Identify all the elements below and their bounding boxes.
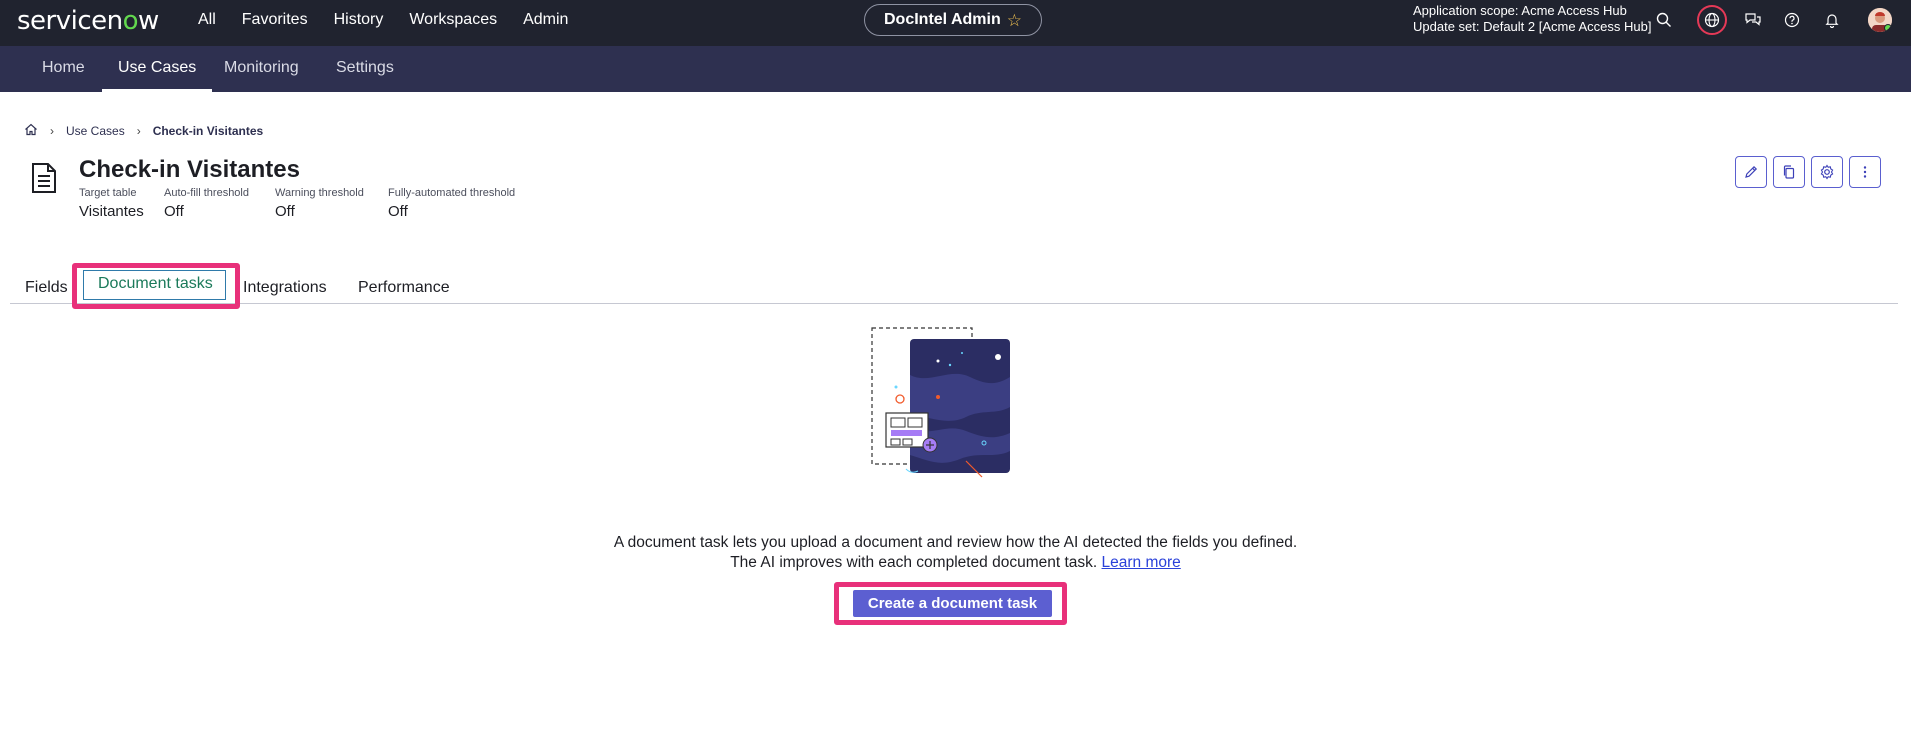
document-icon bbox=[30, 162, 58, 199]
tab-performance[interactable]: Performance bbox=[358, 279, 450, 297]
empty-state-illustration bbox=[866, 325, 1046, 488]
nav-favorites[interactable]: Favorites bbox=[242, 11, 308, 29]
subnav-settings[interactable]: Settings bbox=[336, 46, 394, 92]
meta-warning-threshold: Warning threshold Off bbox=[275, 187, 364, 220]
subnav-monitoring[interactable]: Monitoring bbox=[224, 46, 299, 92]
more-options-button[interactable] bbox=[1849, 156, 1881, 188]
nav-admin[interactable]: Admin bbox=[523, 11, 568, 29]
servicenow-logo[interactable]: servicenow bbox=[17, 6, 159, 36]
nav-history[interactable]: History bbox=[334, 11, 384, 29]
chevron-right-icon: › bbox=[136, 124, 141, 138]
subnav-home[interactable]: Home bbox=[42, 46, 85, 92]
meta-value: Off bbox=[275, 203, 295, 220]
copy-icon bbox=[1783, 165, 1795, 179]
page-title: Check-in Visitantes bbox=[79, 156, 300, 183]
search-icon[interactable] bbox=[1652, 8, 1676, 32]
bell-icon[interactable] bbox=[1820, 8, 1844, 32]
meta-label: Warning threshold bbox=[275, 187, 364, 199]
edit-button[interactable] bbox=[1735, 156, 1767, 188]
help-icon[interactable] bbox=[1780, 8, 1804, 32]
create-document-task-button[interactable]: Create a document task bbox=[853, 590, 1052, 617]
meta-label: Fully-automated threshold bbox=[388, 187, 516, 199]
empty-state-text: The AI improves with each completed docu… bbox=[730, 554, 1098, 571]
meta-value: Visitantes bbox=[79, 203, 144, 220]
copy-button[interactable] bbox=[1773, 156, 1805, 188]
record-tabs: Fields Integrations Performance bbox=[10, 268, 1898, 304]
tab-document-tasks[interactable]: Document tasks bbox=[83, 270, 226, 300]
update-set-line: Update set: Default 2 [Acme Access Hub] bbox=[1413, 19, 1652, 34]
tab-integrations[interactable]: Integrations bbox=[243, 279, 327, 297]
settings-button[interactable] bbox=[1811, 156, 1843, 188]
tab-fields[interactable]: Fields bbox=[25, 279, 68, 297]
chat-icon[interactable] bbox=[1741, 8, 1765, 32]
subnav-use-cases[interactable]: Use Cases bbox=[102, 46, 213, 92]
globe-icon[interactable] bbox=[1697, 5, 1727, 35]
home-icon[interactable] bbox=[24, 123, 38, 139]
nav-workspaces[interactable]: Workspaces bbox=[409, 11, 497, 29]
star-icon[interactable]: ☆ bbox=[1007, 12, 1022, 29]
empty-state-description: A document task lets you upload a docume… bbox=[613, 534, 1298, 551]
meta-fully-automated-threshold: Fully-automated threshold Off bbox=[388, 187, 515, 220]
breadcrumb: › Use Cases › Check-in Visitantes bbox=[24, 123, 263, 139]
workspace-title: DocIntel Admin bbox=[884, 11, 1001, 28]
nav-all[interactable]: All bbox=[198, 11, 216, 29]
avatar[interactable] bbox=[1868, 8, 1892, 32]
workspace-nav: Home Use Cases Monitoring Settings bbox=[0, 46, 1911, 92]
edit-icon bbox=[1745, 165, 1758, 178]
meta-label: Target table bbox=[79, 187, 137, 199]
meta-value: Off bbox=[388, 203, 408, 220]
online-status-dot bbox=[1884, 24, 1892, 32]
meta-target-table: Target table Visitantes bbox=[79, 187, 144, 220]
chevron-right-icon: › bbox=[50, 124, 54, 138]
top-header: servicenow All Favorites History Workspa… bbox=[0, 0, 1911, 46]
meta-auto-fill-threshold: Auto-fill threshold Off bbox=[164, 187, 249, 220]
learn-more-link[interactable]: Learn more bbox=[1102, 554, 1181, 571]
top-nav: All Favorites History Workspaces Admin bbox=[198, 0, 594, 40]
application-scope[interactable]: Application scope: Acme Access Hub Updat… bbox=[1413, 3, 1651, 35]
breadcrumb-use-cases[interactable]: Use Cases bbox=[66, 124, 125, 138]
breadcrumb-current: Check-in Visitantes bbox=[152, 124, 264, 138]
meta-value: Off bbox=[164, 203, 184, 220]
workspace-title-pill[interactable]: DocIntel Admin ☆ bbox=[864, 4, 1042, 36]
scope-line: Application scope: Acme Access Hub bbox=[1413, 3, 1627, 18]
more-icon bbox=[1863, 166, 1867, 178]
meta-label: Auto-fill threshold bbox=[164, 187, 249, 199]
gear-icon bbox=[1820, 164, 1834, 180]
empty-state-description-2: The AI improves with each completed docu… bbox=[0, 554, 1911, 572]
tab-document-tasks-label: Document tasks bbox=[98, 275, 213, 292]
